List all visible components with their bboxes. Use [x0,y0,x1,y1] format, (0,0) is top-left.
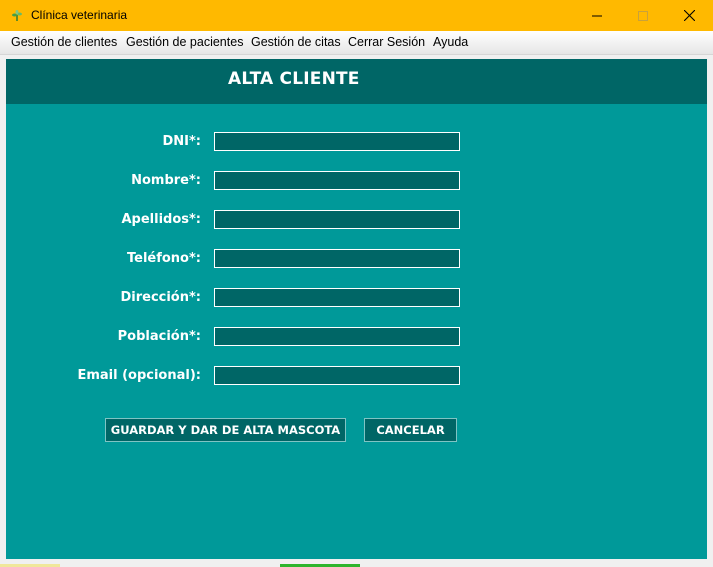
maximize-icon [638,10,648,21]
telefono-label: Teléfono*: [126,251,201,266]
cancel-button[interactable]: CANCELAR [364,418,457,442]
window-title: Clínica veterinaria [31,8,128,22]
close-icon [683,10,695,21]
menu-bar: Gestión de clientes Gestión de pacientes… [0,31,713,55]
apellidos-label: Apellidos*: [121,212,201,227]
dni-input[interactable] [214,132,460,151]
nombre-input[interactable] [214,171,460,190]
minimize-button[interactable] [574,0,620,31]
menu-gestion-citas[interactable]: Gestión de citas [251,35,341,49]
page-title: ALTA CLIENTE [228,69,360,89]
save-and-add-pet-button[interactable]: GUARDAR Y DAR DE ALTA MASCOTA [105,418,346,442]
direccion-input[interactable] [214,288,460,307]
maximize-button[interactable] [620,0,666,31]
form-header: ALTA CLIENTE [6,59,707,104]
direccion-label: Dirección*: [120,290,201,305]
menu-gestion-clientes[interactable]: Gestión de clientes [11,35,117,49]
poblacion-input[interactable] [214,327,460,346]
title-bar: Clínica veterinaria [0,0,713,31]
menu-cerrar-sesion[interactable]: Cerrar Sesión [348,35,425,49]
menu-gestion-pacientes[interactable]: Gestión de pacientes [126,35,243,49]
dni-label: DNI*: [162,134,201,149]
minimize-icon [592,15,602,16]
telefono-input[interactable] [214,249,460,268]
menu-ayuda[interactable]: Ayuda [433,35,468,49]
email-label: Email (opcional): [77,368,201,383]
email-input[interactable] [214,366,460,385]
form-panel: ALTA CLIENTE DNI*: Nombre*: Apellidos*: … [6,59,707,559]
nombre-label: Nombre*: [131,173,201,188]
apellidos-input[interactable] [214,210,460,229]
app-icon [12,10,22,21]
poblacion-label: Población*: [117,329,201,344]
close-button[interactable] [666,0,712,31]
